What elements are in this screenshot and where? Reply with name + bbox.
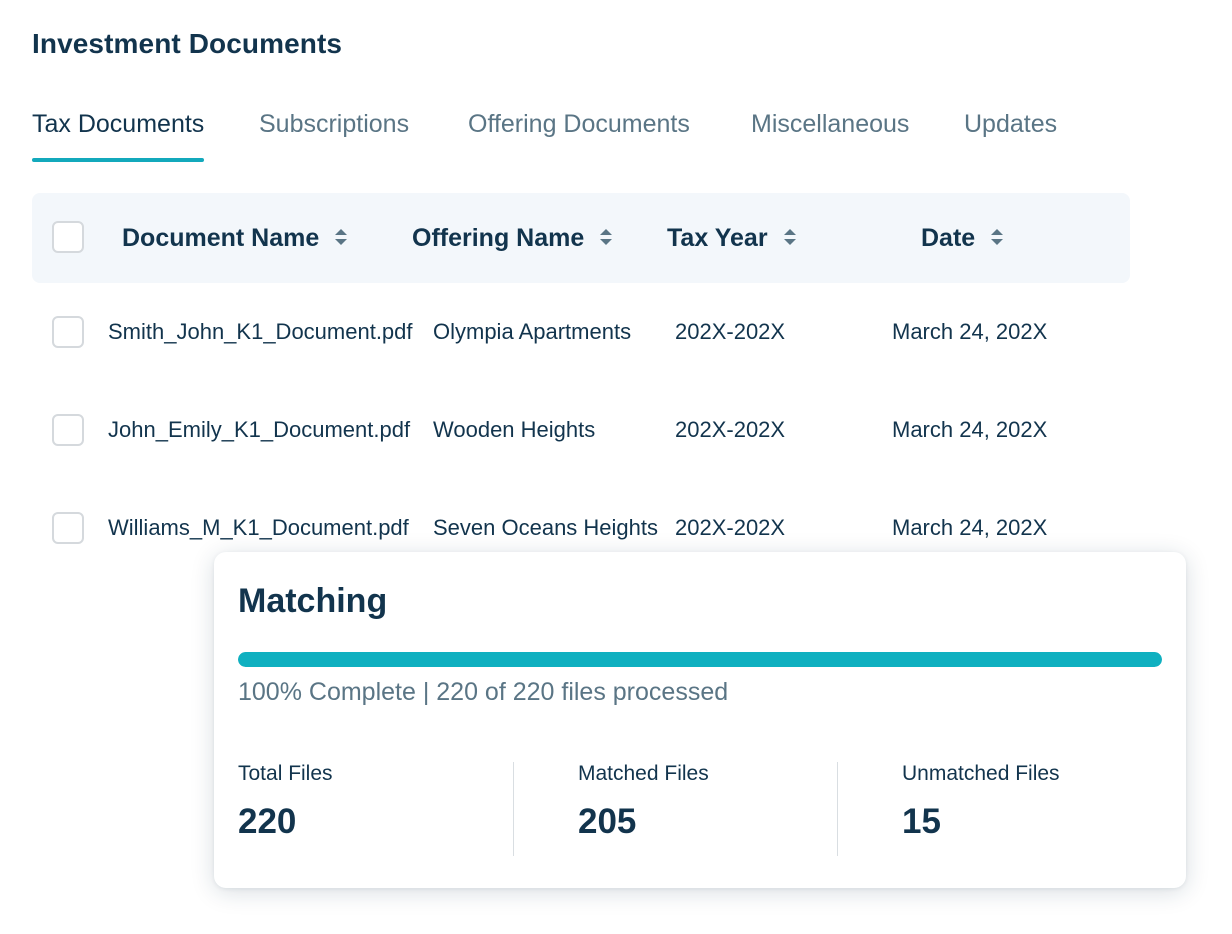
- offering-name-cell: Olympia Apartments: [433, 319, 632, 344]
- column-header-document-name[interactable]: Document Name: [122, 193, 348, 283]
- progress-bar-fill: [238, 652, 1162, 667]
- tab-miscellaneous[interactable]: Miscellaneous: [751, 110, 909, 162]
- stat-matched-files: Matched Files 205: [578, 762, 709, 842]
- sort-icon[interactable]: [783, 228, 796, 246]
- column-header-label: Offering Name: [412, 224, 585, 252]
- document-name-cell[interactable]: Smith_John_K1_Document.pdf: [108, 302, 413, 362]
- tab-offering-documents[interactable]: Offering Documents: [468, 110, 690, 162]
- date-cell: March 24, 202X: [892, 319, 1048, 344]
- tab-updates[interactable]: Updates: [964, 110, 1057, 162]
- tab-tax-documents[interactable]: Tax Documents: [32, 110, 205, 162]
- sort-icon[interactable]: [991, 228, 1004, 246]
- offering-name-cell: Seven Oceans Heights: [433, 515, 659, 540]
- table-row: Smith_John_K1_Document.pdf Olympia Apart…: [32, 302, 1130, 362]
- row-checkbox[interactable]: [52, 512, 84, 544]
- column-header-offering-name[interactable]: Offering Name: [412, 193, 613, 283]
- select-all-checkbox[interactable]: [52, 221, 84, 253]
- offering-name-cell: Wooden Heights: [433, 417, 596, 442]
- tab-label: Offering Documents: [468, 110, 690, 138]
- page-title: Investment Documents: [32, 28, 343, 59]
- table-header: Document Name Offering Name Tax Year Dat…: [32, 193, 1130, 283]
- active-tab-indicator: [32, 158, 205, 162]
- stat-divider: [837, 762, 838, 856]
- row-checkbox[interactable]: [52, 414, 84, 446]
- table-row: Williams_M_K1_Document.pdf Seven Oceans …: [32, 498, 1130, 558]
- column-header-date[interactable]: Date: [921, 193, 1004, 283]
- stat-value: 205: [578, 802, 637, 841]
- stat-unmatched-files: Unmatched Files 15: [902, 762, 1060, 842]
- progress-bar: [238, 652, 1162, 667]
- date-cell: March 24, 202X: [892, 417, 1048, 442]
- tab-subscriptions[interactable]: Subscriptions: [259, 110, 409, 162]
- stat-label: Matched Files: [578, 762, 709, 785]
- stat-total-files: Total Files 220: [238, 762, 333, 842]
- sort-icon[interactable]: [335, 228, 348, 246]
- tax-year-cell: 202X-202X: [675, 417, 786, 442]
- date-cell: March 24, 202X: [892, 515, 1048, 540]
- stat-value: 15: [902, 802, 941, 841]
- row-checkbox[interactable]: [52, 316, 84, 348]
- tax-year-cell: 202X-202X: [675, 319, 786, 344]
- stat-value: 220: [238, 802, 297, 841]
- column-header-tax-year[interactable]: Tax Year: [667, 193, 796, 283]
- column-header-label: Tax Year: [667, 224, 768, 252]
- sort-icon[interactable]: [600, 228, 613, 246]
- matching-progress-popup: Matching 100% Complete | 220 of 220 file…: [214, 552, 1186, 888]
- stat-label: Unmatched Files: [902, 762, 1060, 785]
- matching-title: Matching: [238, 582, 388, 620]
- document-name-cell[interactable]: Williams_M_K1_Document.pdf: [108, 498, 409, 558]
- column-header-label: Date: [921, 224, 976, 252]
- tab-label: Updates: [964, 110, 1058, 138]
- document-name-cell[interactable]: John_Emily_K1_Document.pdf: [108, 400, 410, 460]
- tab-label: Miscellaneous: [751, 110, 910, 138]
- stat-label: Total Files: [238, 762, 333, 785]
- tax-year-cell: 202X-202X: [675, 515, 786, 540]
- table-row: John_Emily_K1_Document.pdf Wooden Height…: [32, 400, 1130, 460]
- tab-label: Tax Documents: [32, 110, 205, 138]
- column-header-label: Document Name: [122, 224, 320, 252]
- progress-status-text: 100% Complete | 220 of 220 files process…: [238, 678, 729, 706]
- tab-label: Subscriptions: [259, 110, 410, 138]
- stat-divider: [513, 762, 514, 856]
